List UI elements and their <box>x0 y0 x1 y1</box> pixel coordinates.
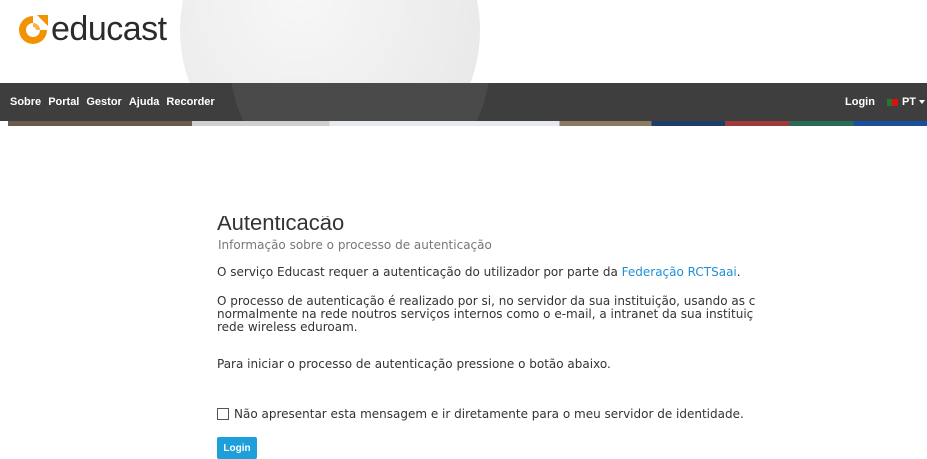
page-title-text: Autenticação <box>217 216 345 230</box>
caret-down-icon <box>919 100 925 105</box>
skip-message-label[interactable]: Não apresentar esta mensagem e ir direta… <box>234 407 744 421</box>
process-paragraph: O processo de autenticação é realizado p… <box>217 295 757 334</box>
process-line-3: rede wireless eduroam. <box>217 320 358 334</box>
logo-text: educast <box>51 10 167 48</box>
nav-item-gestor[interactable]: Gestor <box>86 96 121 108</box>
language-selector[interactable]: PT <box>902 96 925 108</box>
federation-link[interactable]: Federação RCTSaai <box>622 265 737 279</box>
skip-message-option[interactable]: Não apresentar esta mensagem e ir direta… <box>217 407 744 421</box>
nav-right: Login PT <box>845 83 927 121</box>
instruction-paragraph: Para iniciar o processo de autenticação … <box>217 357 611 371</box>
nav-login-link[interactable]: Login <box>845 96 875 108</box>
nav-menu: Sobre Portal Gestor Ajuda Recorder <box>10 83 222 121</box>
intro-end: . <box>736 265 741 279</box>
login-button[interactable]: Login <box>217 437 257 459</box>
nav-item-portal[interactable]: Portal <box>48 96 79 108</box>
page-subtitle: Informação sobre o processo de autentica… <box>218 238 492 252</box>
nav-item-recorder[interactable]: Recorder <box>166 96 214 108</box>
page-title: Autenticação <box>217 216 344 230</box>
skip-message-checkbox[interactable] <box>217 408 229 420</box>
portugal-flag-icon <box>886 98 898 106</box>
main-content: Autenticação Informação sobre o processo… <box>217 0 757 459</box>
intro-text: O serviço Educast requer a autenticação … <box>217 265 622 279</box>
educast-logo-icon <box>19 14 48 44</box>
nav-item-sobre[interactable]: Sobre <box>10 96 41 108</box>
educast-logo[interactable]: educast <box>16 10 167 49</box>
nav-item-ajuda[interactable]: Ajuda <box>129 96 160 108</box>
intro-paragraph: O serviço Educast requer a autenticação … <box>217 266 757 279</box>
language-label: PT <box>901 96 916 108</box>
